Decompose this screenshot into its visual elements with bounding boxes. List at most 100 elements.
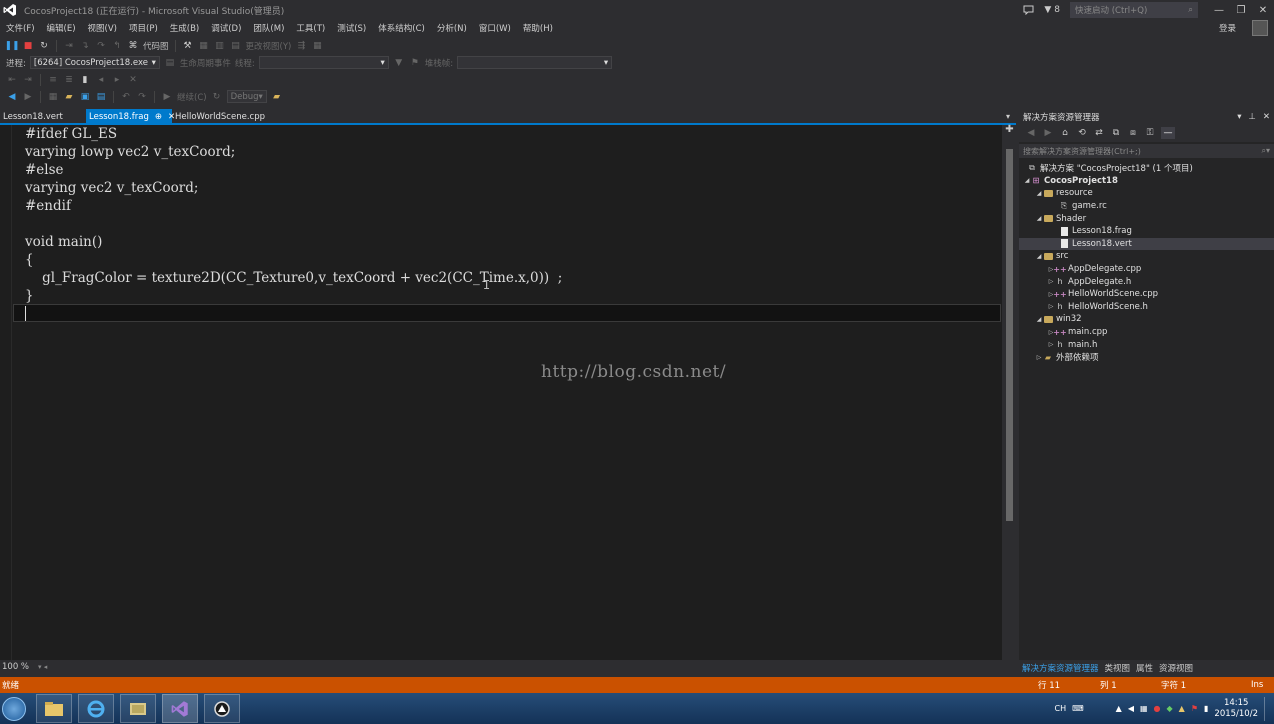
volume-icon[interactable]: ◀ <box>1128 704 1134 713</box>
tab-lesson18-vert[interactable]: Lesson18.vert <box>0 109 86 124</box>
tab-class-view[interactable]: 类视图 <box>1105 662 1131 674</box>
properties-icon[interactable]: ⚿ <box>1144 127 1156 139</box>
code-text[interactable]: #ifdef GL_ES varying lowp vec2 v_texCoor… <box>25 125 562 323</box>
back-icon[interactable]: ◀ <box>6 91 18 103</box>
bookmark-icon[interactable]: ▮ <box>79 74 91 86</box>
flag-icon[interactable]: ⚑ <box>1191 704 1198 713</box>
minimize-button[interactable]: — <box>1208 0 1230 20</box>
start-button-icon[interactable] <box>2 696 26 721</box>
menu-window[interactable]: 窗口(W) <box>473 22 517 34</box>
menu-tools[interactable]: 工具(T) <box>290 22 331 34</box>
expanded-arrow-icon[interactable]: ◢ <box>1035 215 1043 222</box>
menu-file[interactable]: 文件(F) <box>0 22 41 34</box>
tree-file-lesson18-vert[interactable]: Lesson18.vert <box>1019 237 1274 251</box>
expanded-arrow-icon[interactable]: ◢ <box>1035 190 1043 197</box>
menu-test[interactable]: 测试(S) <box>331 22 372 34</box>
code-map-icon[interactable]: ⌘ <box>127 40 139 52</box>
show-hidden-icons-icon[interactable]: ▲ <box>1116 704 1122 713</box>
tree-folder-win32[interactable]: ◢ win32 <box>1019 313 1274 326</box>
uncomment-icon[interactable]: ≣ <box>63 74 75 86</box>
stack-frame-select[interactable]: ▾ <box>457 56 613 69</box>
lifecycle-icon[interactable]: ▤ <box>164 57 176 69</box>
forward-icon[interactable]: ▶ <box>1042 127 1054 139</box>
change-view-label[interactable]: 更改视图(Y) <box>246 40 292 52</box>
find-in-files-icon[interactable]: ▰ <box>271 91 283 103</box>
indent-icon[interactable]: ⇤ <box>6 74 18 86</box>
network-icon[interactable]: ▦ <box>1140 704 1148 713</box>
layout-icon-2[interactable]: ⇶ <box>295 40 307 52</box>
tab-lesson18-frag[interactable]: Lesson18.frag ⊕ ✕ <box>86 109 175 124</box>
expanded-arrow-icon[interactable]: ◢ <box>1035 253 1043 260</box>
app-tray-icon[interactable]: ◆ <box>1167 704 1173 713</box>
signal-icon[interactable]: ▮ <box>1204 704 1208 713</box>
split-window-icon[interactable]: ✚ <box>1003 124 1016 137</box>
expanded-arrow-icon[interactable]: ◢ <box>1023 177 1031 184</box>
tab-solution-explorer[interactable]: 解决方案资源管理器 <box>1022 662 1099 674</box>
scrollbar-thumb[interactable] <box>1006 149 1013 521</box>
stop-icon[interactable]: ■ <box>22 40 34 52</box>
hex-icon[interactable]: ▦ <box>198 40 210 52</box>
tree-file-appdelegate-h[interactable]: ▷ h AppDelegate.h <box>1019 275 1274 288</box>
restore-button[interactable]: ❐ <box>1230 0 1252 20</box>
step-out-icon[interactable]: ↰ <box>111 40 123 52</box>
layout-icon[interactable]: ▥ <box>214 40 226 52</box>
panel-dropdown-icon[interactable]: ▾ <box>1237 112 1241 122</box>
explorer-taskbar-icon[interactable] <box>36 694 72 723</box>
tab-list-dropdown-icon[interactable]: ▾ <box>1006 112 1010 121</box>
tab-helloworldscene-cpp[interactable]: HelloWorldScene.cpp <box>172 109 268 124</box>
user-avatar-icon[interactable] <box>1252 20 1268 36</box>
filter-icon[interactable]: ▼ <box>393 57 405 69</box>
redo-icon[interactable]: ↷ <box>136 91 148 103</box>
close-panel-icon[interactable]: ✕ <box>1263 112 1270 122</box>
tree-folder-shader[interactable]: ◢ Shader <box>1019 212 1274 225</box>
tree-external-dependencies[interactable]: ▷ ▰ 外部依赖项 <box>1019 351 1274 364</box>
login-link[interactable]: 登录 <box>1219 22 1236 34</box>
tab-resource-view[interactable]: 资源视图 <box>1159 662 1193 674</box>
next-bookmark-icon[interactable]: ▸ <box>111 74 123 86</box>
save-all-icon[interactable]: ▤ <box>95 91 107 103</box>
menu-project[interactable]: 项目(P) <box>123 22 164 34</box>
back-icon[interactable]: ◀ <box>1025 127 1037 139</box>
refresh-icon[interactable]: ⇄ <box>1093 127 1105 139</box>
continue-icon[interactable]: ▶ <box>161 91 173 103</box>
keyboard-icon[interactable]: ⌨ <box>1072 704 1084 713</box>
tree-folder-src[interactable]: ◢ src <box>1019 250 1274 263</box>
tree-folder-resource[interactable]: ◢ resource <box>1019 187 1274 200</box>
tree-file-main-cpp[interactable]: ▷ ++ main.cpp <box>1019 326 1274 339</box>
configuration-select[interactable]: Debug ▾ <box>226 90 267 103</box>
clock[interactable]: 14:15 2015/10/2 <box>1214 698 1258 720</box>
undo-icon[interactable]: ↶ <box>120 91 132 103</box>
visual-studio-taskbar-icon[interactable] <box>162 694 198 723</box>
feedback-icon[interactable] <box>1023 5 1034 15</box>
menu-edit[interactable]: 编辑(E) <box>41 22 82 34</box>
menu-build[interactable]: 生成(B) <box>164 22 205 34</box>
prev-bookmark-icon[interactable]: ◂ <box>95 74 107 86</box>
collapsed-arrow-icon[interactable]: ▷ <box>1035 354 1043 361</box>
comment-icon[interactable]: ≡ <box>47 74 59 86</box>
library-taskbar-icon[interactable] <box>120 694 156 723</box>
lifecycle-label[interactable]: 生命周期事件 <box>180 57 231 69</box>
pause-icon[interactable]: ❚❚ <box>4 40 19 52</box>
cocos-app-taskbar-icon[interactable] <box>204 694 240 723</box>
tree-file-main-h[interactable]: ▷ h main.h <box>1019 338 1274 351</box>
tree-file-helloworldscene-cpp[interactable]: ▷ ++ HelloWorldScene.cpp <box>1019 288 1274 301</box>
show-next-statement-icon[interactable]: ⇥ <box>63 40 75 52</box>
show-desktop-button[interactable] <box>1264 696 1270 721</box>
thread-icon[interactable]: ⚒ <box>182 40 194 52</box>
internet-explorer-taskbar-icon[interactable] <box>78 694 114 723</box>
tray-app-icon-2[interactable]: ▲ <box>1179 704 1185 713</box>
tree-file-game-rc[interactable]: ⎘ game.rc <box>1019 200 1274 213</box>
code-editor[interactable]: #ifdef GL_ES varying lowp vec2 v_texCoor… <box>0 125 1002 660</box>
clear-bookmark-icon[interactable]: ✕ <box>127 74 139 86</box>
tree-solution[interactable]: ⧉ 解决方案 "CocosProject18" (1 个项目) <box>1019 162 1274 175</box>
refresh-icon[interactable]: ↻ <box>211 91 223 103</box>
pin-icon[interactable]: ⊥ <box>1248 112 1255 122</box>
thread-select[interactable]: ▾ <box>258 56 389 69</box>
menu-architecture[interactable]: 体系结构(C) <box>372 22 431 34</box>
tree-file-appdelegate-cpp[interactable]: ▷ ++ AppDelegate.cpp <box>1019 263 1274 276</box>
menu-team[interactable]: 团队(M) <box>247 22 290 34</box>
save-icon[interactable]: ▣ <box>79 91 91 103</box>
notifications-button[interactable]: ▼ 8 <box>1044 5 1060 15</box>
collapse-all-icon[interactable]: ⧉ <box>1110 127 1122 139</box>
collapsed-arrow-icon[interactable]: ▷ <box>1047 341 1055 348</box>
